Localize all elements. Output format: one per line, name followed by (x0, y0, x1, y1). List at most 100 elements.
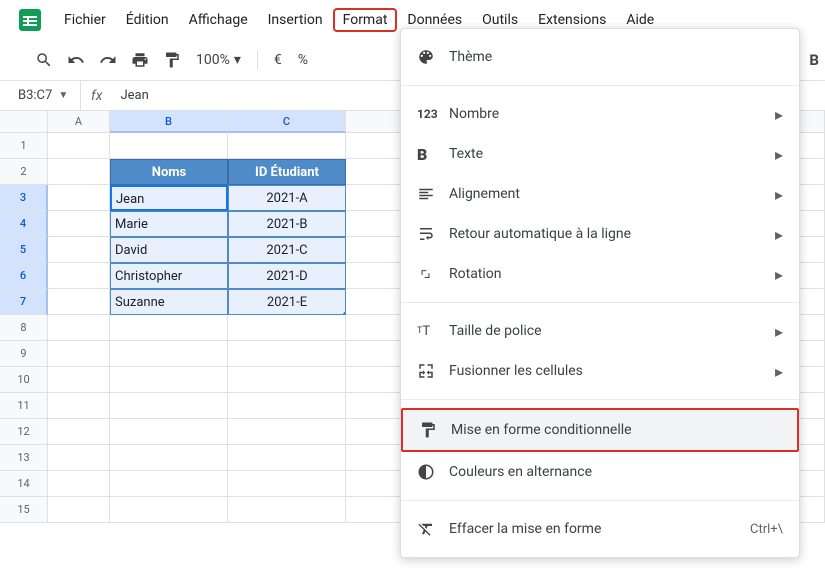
menu-number[interactable]: 123 Nombre ▸ (401, 94, 799, 134)
cell-b4[interactable]: Marie (110, 211, 228, 237)
row-header[interactable]: 14 (0, 471, 48, 497)
cell[interactable] (110, 419, 228, 445)
cell[interactable] (48, 471, 110, 497)
cell-c3[interactable]: 2021-A (228, 185, 346, 211)
cell[interactable] (228, 341, 346, 367)
cell[interactable] (48, 185, 110, 211)
cell[interactable] (48, 159, 110, 185)
percent-format-button[interactable]: % (292, 52, 314, 68)
col-header-c[interactable]: C (228, 111, 346, 133)
row-header[interactable]: 13 (0, 445, 48, 471)
row-header[interactable]: 2 (0, 159, 48, 185)
menu-alignment[interactable]: Alignement ▸ (401, 174, 799, 214)
cell[interactable] (48, 445, 110, 471)
cell[interactable] (110, 497, 228, 523)
cell[interactable] (48, 497, 110, 523)
row-header[interactable]: 3 (0, 185, 48, 211)
cell[interactable] (48, 367, 110, 393)
menu-format[interactable]: Format (333, 8, 398, 32)
row-header[interactable]: 1 (0, 133, 48, 159)
undo-icon[interactable] (62, 46, 90, 74)
cell[interactable] (110, 445, 228, 471)
cell-header-noms[interactable]: Noms (110, 159, 228, 185)
currency-format-button[interactable]: € (268, 52, 288, 68)
cell-b5[interactable]: David (110, 237, 228, 263)
row-header[interactable]: 10 (0, 367, 48, 393)
cell-c4[interactable]: 2021-B (228, 211, 346, 237)
cell[interactable] (110, 471, 228, 497)
paint-format-icon[interactable] (158, 46, 186, 74)
menu-label: Rotation (449, 266, 775, 282)
row-header[interactable]: 4 (0, 211, 48, 237)
cell[interactable] (110, 315, 228, 341)
select-all-corner[interactable] (0, 111, 48, 133)
menu-affichage[interactable]: Affichage (179, 8, 258, 32)
menu-text[interactable]: B Texte ▸ (401, 134, 799, 174)
format-menu-dropdown: Thème 123 Nombre ▸ B Texte ▸ Alignement … (400, 28, 800, 558)
row-header[interactable]: 9 (0, 341, 48, 367)
menu-conditional-formatting[interactable]: Mise en forme conditionnelle (401, 408, 799, 452)
row-header[interactable]: 6 (0, 263, 48, 289)
cell[interactable] (228, 315, 346, 341)
submenu-arrow-icon: ▸ (775, 362, 783, 381)
row-header[interactable]: 15 (0, 497, 48, 523)
menu-clear-formatting[interactable]: Effacer la mise en forme Ctrl+\ (401, 509, 799, 549)
cell-b3[interactable]: Jean (110, 185, 228, 211)
cell[interactable] (228, 367, 346, 393)
menu-fontsize[interactable]: TT Taille de police ▸ (401, 311, 799, 351)
name-box[interactable]: B3:C7 ▼ (0, 88, 80, 103)
cell[interactable] (48, 289, 110, 315)
cell[interactable] (48, 237, 110, 263)
cell[interactable] (110, 367, 228, 393)
cell[interactable] (48, 419, 110, 445)
cell[interactable] (48, 341, 110, 367)
cell[interactable] (228, 133, 346, 159)
cell[interactable] (110, 341, 228, 367)
cell[interactable] (228, 445, 346, 471)
cell[interactable] (228, 471, 346, 497)
cell-b6[interactable]: Christopher (110, 263, 228, 289)
cell[interactable] (228, 497, 346, 523)
cell-c5[interactable]: 2021-C (228, 237, 346, 263)
cell-b7[interactable]: Suzanne (110, 289, 228, 315)
menu-merge[interactable]: Fusionner les cellules ▸ (401, 351, 799, 391)
col-header-b[interactable]: B (110, 111, 228, 133)
menu-label: Retour automatique à la ligne (449, 226, 775, 242)
menu-edition[interactable]: Édition (116, 8, 179, 32)
menu-wrap[interactable]: Retour automatique à la ligne ▸ (401, 214, 799, 254)
row-header[interactable]: 5 (0, 237, 48, 263)
redo-icon[interactable] (94, 46, 122, 74)
search-icon[interactable] (30, 46, 58, 74)
print-icon[interactable] (126, 46, 154, 74)
cell[interactable] (48, 315, 110, 341)
cell[interactable] (110, 393, 228, 419)
conditional-format-icon (419, 421, 451, 439)
menu-label: Mise en forme conditionnelle (451, 422, 781, 438)
cell[interactable] (110, 133, 228, 159)
cell[interactable] (228, 393, 346, 419)
menu-insertion[interactable]: Insertion (258, 8, 333, 32)
menu-fichier[interactable]: Fichier (54, 8, 116, 32)
menu-rotation[interactable]: Rotation ▸ (401, 254, 799, 294)
merge-icon (417, 362, 449, 380)
menu-label: Fusionner les cellules (449, 363, 775, 379)
fx-icon: fx (80, 81, 112, 110)
menu-alternating-colors[interactable]: Couleurs en alternance (401, 452, 799, 492)
cell[interactable] (48, 393, 110, 419)
zoom-dropdown[interactable]: 100%▾ (190, 52, 247, 68)
row-header[interactable]: 8 (0, 315, 48, 341)
cell-c7[interactable]: 2021-E (228, 289, 346, 315)
row-header[interactable]: 11 (0, 393, 48, 419)
cell[interactable] (48, 263, 110, 289)
cell[interactable] (48, 211, 110, 237)
menu-theme[interactable]: Thème (401, 37, 799, 77)
row-header[interactable]: 12 (0, 419, 48, 445)
formula-input[interactable]: Jean (112, 88, 148, 103)
cell[interactable] (48, 133, 110, 159)
cell[interactable] (228, 419, 346, 445)
bold-button[interactable]: B (803, 51, 825, 69)
row-header[interactable]: 7 (0, 289, 48, 315)
col-header-a[interactable]: A (48, 111, 110, 133)
cell-header-id[interactable]: ID Étudiant (228, 159, 346, 185)
cell-c6[interactable]: 2021-D (228, 263, 346, 289)
